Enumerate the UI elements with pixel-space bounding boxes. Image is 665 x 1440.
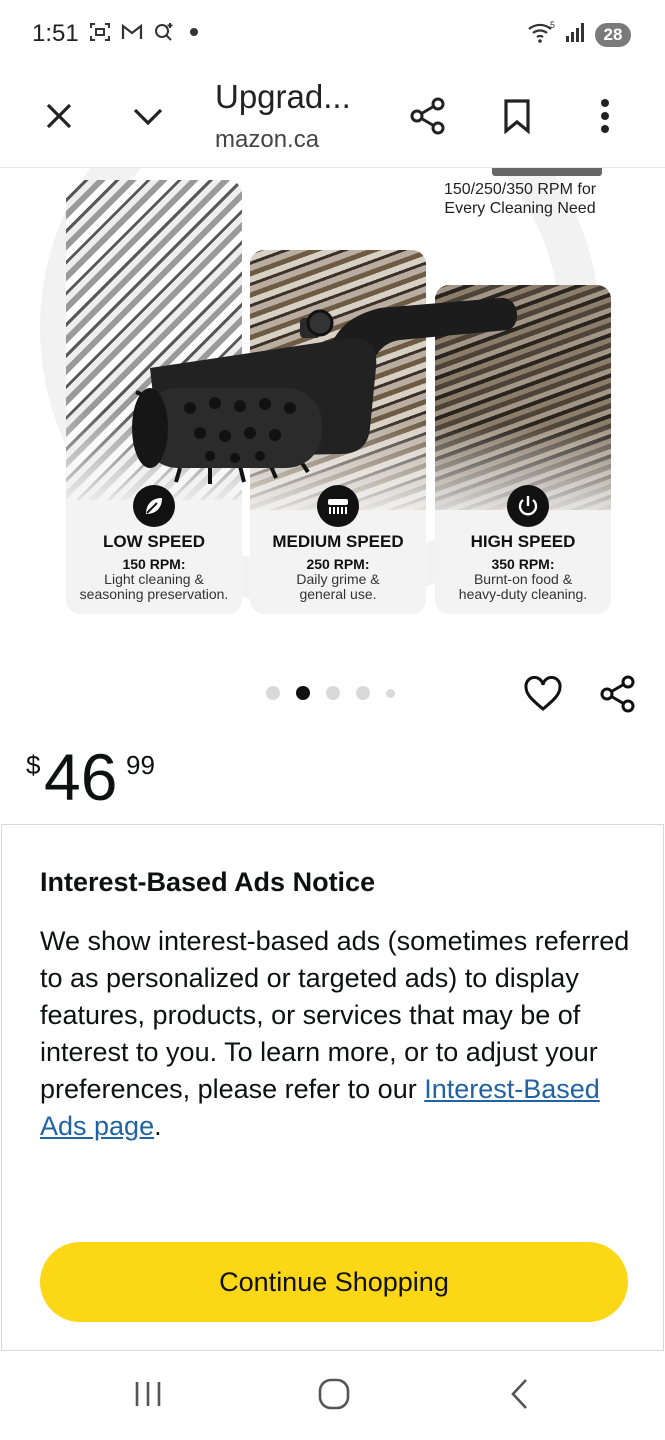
- bookmark-icon: [504, 99, 530, 134]
- carousel-dot-active[interactable]: [296, 686, 310, 700]
- status-system-icons: 5 28: [527, 20, 631, 49]
- motor-heading-cropped: [492, 168, 602, 176]
- status-time: 1:51: [32, 20, 79, 47]
- status-bar: 1:51 5 28: [0, 0, 665, 68]
- product-share-button[interactable]: [596, 672, 640, 716]
- price-whole: 46: [44, 740, 118, 814]
- notice-body: We show interest-based ads (sometimes re…: [40, 926, 630, 1141]
- page-url: mazon.ca: [215, 126, 320, 153]
- high-speed-desc: Burnt-on food & heavy-duty cleaning.: [458, 571, 588, 602]
- carousel-dot[interactable]: [356, 686, 370, 700]
- signal-icon: [565, 20, 587, 49]
- custom-tab-header: Upgrad... mazon.ca: [0, 68, 665, 168]
- high-speed-title: HIGH SPEED: [470, 532, 576, 551]
- share-button[interactable]: [404, 92, 452, 140]
- back-button[interactable]: [492, 1372, 548, 1416]
- more-vert-icon: [601, 99, 609, 133]
- close-icon: [46, 103, 72, 129]
- low-speed-title: LOW SPEED: [102, 532, 205, 551]
- notification-dot: [190, 28, 198, 36]
- product-image[interactable]: 150/250/350 RPM for Every Cleaning Need …: [0, 168, 665, 648]
- svg-text:5: 5: [550, 20, 555, 30]
- chevron-down-icon: [133, 108, 163, 126]
- price-fraction: 99: [126, 750, 155, 780]
- low-speed-desc: Light cleaning & seasoning preservation.: [79, 571, 229, 602]
- more-options-button[interactable]: [581, 92, 629, 140]
- back-icon: [511, 1379, 527, 1409]
- system-navigation-bar: [0, 1352, 665, 1440]
- ads-notice-sheet: Interest-Based Ads Notice We show intere…: [1, 824, 664, 1351]
- recent-apps-button[interactable]: [120, 1372, 176, 1416]
- high-speed-rpm: 350 RPM:: [491, 556, 555, 572]
- bookmark-button[interactable]: [493, 92, 541, 140]
- close-button[interactable]: [35, 92, 83, 140]
- recent-apps-icon: [135, 1382, 161, 1406]
- page-title: Upgrad...: [215, 78, 351, 115]
- wishlist-button[interactable]: [521, 672, 565, 716]
- screenshot-icon: [88, 20, 112, 44]
- grill-brush-image: [132, 297, 518, 484]
- price-symbol: $: [26, 750, 41, 780]
- share-icon: [410, 97, 445, 135]
- wifi-icon: 5: [527, 20, 557, 49]
- motor-subtitle: 150/250/350 RPM for Every Cleaning Need: [443, 181, 597, 217]
- gmail-icon: [120, 20, 144, 44]
- carousel-indicators[interactable]: [266, 686, 395, 700]
- low-speed-rpm: 150 RPM:: [122, 556, 186, 572]
- home-button[interactable]: [306, 1372, 362, 1416]
- medium-speed-rpm: 250 RPM:: [306, 556, 370, 572]
- carousel-dot[interactable]: [266, 686, 280, 700]
- share-icon: [600, 675, 635, 713]
- notice-title: Interest-Based Ads Notice: [40, 867, 376, 897]
- battery-icon: 28: [595, 22, 631, 47]
- home-icon: [318, 1378, 350, 1410]
- status-notification-icons: [88, 20, 198, 44]
- heart-icon: [524, 676, 562, 711]
- carousel-dot[interactable]: [326, 686, 340, 700]
- medium-speed-title: MEDIUM SPEED: [272, 532, 404, 551]
- expand-button[interactable]: [124, 92, 172, 140]
- medium-speed-desc: Daily grime & general use.: [296, 571, 380, 602]
- carousel-dot[interactable]: [386, 688, 395, 698]
- assistant-icon: [152, 20, 176, 44]
- continue-shopping-button[interactable]: Continue Shopping: [40, 1242, 628, 1322]
